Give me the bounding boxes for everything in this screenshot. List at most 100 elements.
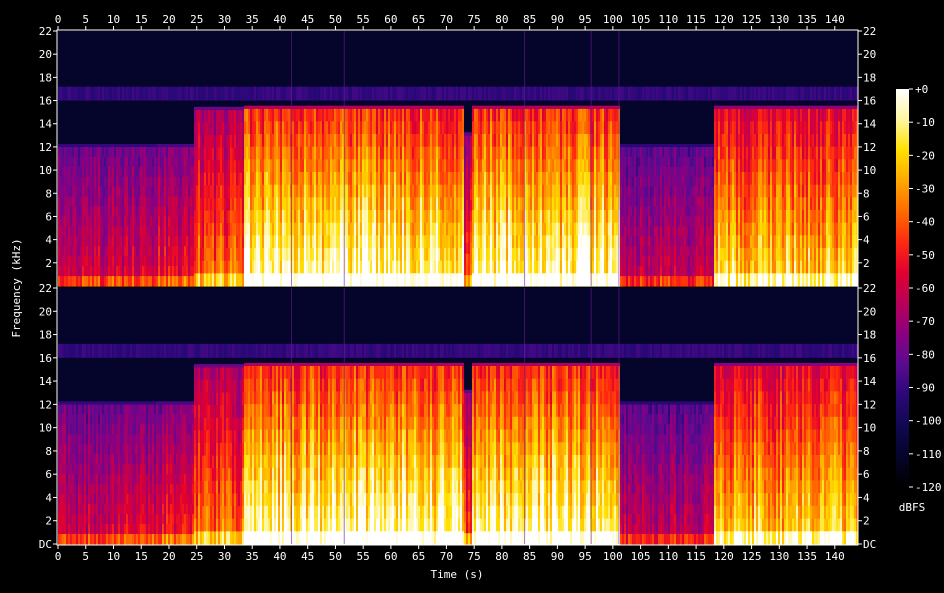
spectrogram-cell: [350, 86, 352, 101]
spectrogram-cell: [330, 197, 332, 211]
spectrogram-cell: [136, 256, 138, 267]
spectrogram-cell: [92, 256, 94, 267]
spectrogram-cell: [84, 246, 86, 257]
spectrogram-cell: [96, 226, 98, 237]
spectrogram-cell: [362, 260, 364, 274]
spectrogram-cell: [596, 210, 598, 224]
spectrogram-cell: [164, 166, 166, 178]
spectrogram-cell: [544, 105, 546, 109]
spectrogram-cell: [202, 160, 204, 174]
spectrogram-cell: [306, 197, 308, 211]
spectrogram-cell: [548, 210, 550, 224]
spectrogram-cell: [308, 108, 310, 122]
spectrogram-cell: [674, 226, 676, 237]
spectrogram-cell: [598, 184, 600, 198]
spectrogram-cell: [566, 134, 568, 148]
spectrogram-cell: [130, 236, 132, 247]
spectrogram-cell: [346, 86, 348, 101]
spectrogram-cell: [546, 222, 548, 236]
spectrogram-cell: [432, 248, 434, 262]
spectrogram-cell: [372, 86, 374, 101]
spectrogram-cell: [168, 206, 170, 217]
spectrogram-cell: [456, 248, 458, 262]
spectrogram-cell: [664, 256, 666, 267]
spectrogram-cell: [362, 248, 364, 262]
spectrogram-cell: [288, 184, 290, 198]
spectrogram-cell: [166, 256, 168, 267]
spectrogram-cell: [626, 236, 628, 247]
spectrogram-cell: [414, 134, 416, 148]
spectrogram-cell: [674, 206, 676, 217]
spectrogram-cell: [364, 146, 366, 160]
spectrogram-cell: [262, 105, 264, 109]
spectrogram-cell: [62, 256, 64, 267]
spectrogram-cell: [646, 216, 648, 227]
spectrogram-cell: [606, 146, 608, 160]
spectrogram-cell: [202, 248, 204, 262]
spectrogram-cell: [342, 210, 344, 224]
spectrogram-cell: [292, 172, 294, 186]
spectrogram-cell: [140, 206, 142, 217]
spectrogram-cell: [566, 197, 568, 211]
spectrogram-cell: [296, 121, 298, 135]
spectrogram-cell: [604, 159, 606, 173]
spectrogram-cell: [292, 197, 294, 211]
spectrogram-cell: [454, 235, 456, 249]
spectrogram-cell: [548, 273, 550, 287]
spectrogram-cell: [158, 143, 160, 147]
spectrogram-cell: [624, 196, 626, 208]
spectrogram-cell: [486, 197, 488, 211]
spectrogram-cell: [310, 121, 312, 135]
spectrogram-cell: [622, 166, 624, 178]
spectrogram-cell: [236, 235, 238, 249]
spectrogram-cell: [516, 172, 518, 186]
spectrogram-cell: [430, 210, 432, 224]
spectrogram-cell: [294, 273, 296, 287]
spectrogram-cell: [72, 143, 74, 147]
spectrogram-cell: [558, 235, 560, 249]
spectrogram-cell: [462, 260, 464, 274]
spectrogram-cell: [84, 266, 86, 277]
spectrogram-cell: [242, 248, 244, 262]
spectrogram-cell: [530, 273, 532, 287]
spectrogram-cell: [200, 135, 202, 149]
spectrogram-cell: [326, 172, 328, 186]
spectrogram-cell: [90, 166, 92, 178]
spectrogram-cell: [104, 206, 106, 217]
spectrogram-cell: [414, 197, 416, 211]
spectrogram-cell: [160, 216, 162, 227]
spectrogram-cell: [614, 197, 616, 211]
spectrogram-cell: [432, 197, 434, 211]
spectrogram-cell: [432, 260, 434, 274]
spectrogram-cell: [556, 105, 558, 109]
spectrogram-cell: [616, 134, 618, 148]
spectrogram-cell: [76, 266, 78, 277]
spectrogram-cell: [326, 146, 328, 160]
spectrogram-cell: [240, 160, 242, 174]
spectrogram-cell: [232, 106, 234, 110]
spectrogram-cell: [424, 146, 426, 160]
spectrogram-cell: [182, 156, 184, 168]
spectrogram-cell: [142, 266, 144, 277]
spectrogram-cell: [498, 172, 500, 186]
spectrogram-cell: [570, 105, 572, 109]
spectrogram-cell: [412, 184, 414, 198]
spectrogram-cell: [156, 256, 158, 267]
spectrogram-cell: [130, 216, 132, 227]
spectrogram-cell: [62, 206, 64, 217]
spectrogram-cell: [92, 146, 94, 158]
spectrogram-cell: [544, 248, 546, 262]
spectrogram-cell: [328, 108, 330, 122]
spectrogram-cell: [468, 132, 470, 136]
spectrogram-cell: [664, 146, 666, 158]
spectrogram-cell: [60, 256, 62, 267]
spectrogram-cell: [668, 236, 670, 247]
spectrogram-cell: [586, 159, 588, 173]
spectrogram-cell: [218, 160, 220, 174]
spectrogram-cell: [360, 248, 362, 262]
spectrogram-cell: [200, 122, 202, 136]
spectrogram-cell: [602, 172, 604, 186]
spectrogram-cell: [148, 256, 150, 267]
spectrogram-cell: [318, 172, 320, 186]
spectrogram-cell: [144, 226, 146, 237]
